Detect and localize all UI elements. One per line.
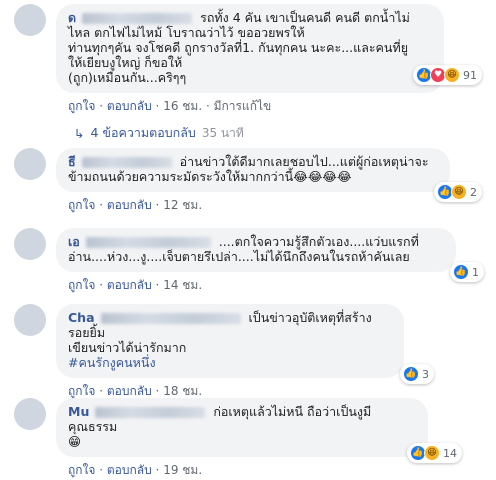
reply-arrow-icon: ↳	[74, 125, 85, 141]
timestamp[interactable]: 19 ชม.	[163, 463, 202, 477]
reply-link[interactable]: ตอบกลับ	[107, 384, 152, 398]
reaction-count: 14	[443, 446, 457, 460]
comment-bubble: ด รถทั้ง 4 คัน เขาเป็นคนดี คนดี ตกน้ำไม่…	[56, 4, 482, 93]
redacted-name	[81, 157, 172, 168]
comment-1: ด รถทั้ง 4 คัน เขาเป็นคนดี คนดี ตกน้ำไม่…	[56, 4, 482, 116]
comment-text: ให้เยียบงูใหญ่ ก็ขอให้	[68, 55, 183, 70]
like-reaction-icon: 👍	[453, 264, 469, 280]
redacted-name	[85, 237, 211, 248]
comment-author[interactable]: Cha	[68, 310, 95, 325]
reaction-summary[interactable]: 👍 😆 2	[434, 182, 482, 202]
reaction-summary[interactable]: 👍 1	[450, 262, 484, 282]
redacted-name	[95, 407, 206, 418]
comment-bubble: Mu ก่อเหตุแล้วไม่หนี ถือว่าเป็นงูมีคุณธร…	[56, 398, 462, 463]
replies-time: 35 นาที	[201, 125, 244, 140]
avatar[interactable]	[14, 228, 46, 260]
comment-text: ข้ามถนนด้วยความระมัดระวังให้มากกว่านี้😂😂…	[68, 169, 352, 184]
replies-count-link[interactable]: 4 ข้อความตอบกลับ	[90, 123, 195, 143]
reaction-count: 2	[470, 185, 477, 199]
comment-4: Cha เป็นข่าวอุบัติเหตุที่สร้างรอยยิ้ม เข…	[56, 304, 434, 401]
like-reaction-icon: 👍	[403, 366, 419, 382]
comment-text: ....ตกใจความรู้สึกตัวเอง....แว่บแรกที่	[218, 234, 419, 249]
haha-reaction-icon: 😆	[444, 67, 460, 83]
reply-link[interactable]: ตอบกลับ	[107, 278, 152, 292]
timestamp[interactable]: 14 ชม.	[163, 278, 202, 292]
view-replies[interactable]: ↳ 4 ข้อความตอบกลับ 35 นาที	[74, 123, 244, 143]
reply-link[interactable]: ตอบกลับ	[107, 99, 152, 113]
reaction-count: 1	[472, 265, 479, 279]
reaction-summary[interactable]: 👍 3	[400, 364, 434, 384]
comment-text: เขียนข่าวได้น่ารักมาก	[68, 340, 187, 355]
reaction-count: 91	[463, 68, 477, 82]
timestamp[interactable]: 18 ชม.	[163, 384, 202, 398]
avatar[interactable]	[14, 148, 46, 180]
comment-author[interactable]: Mu	[68, 404, 89, 419]
haha-reaction-icon: 😆	[424, 445, 440, 461]
comment-text: (ถูก)เหมือนกัน...คริๆๆ	[68, 70, 187, 85]
comment-text: ท่านทุกๆคัน จงโชคดี ถูกรางวัลที่1. กันทุ…	[68, 40, 409, 55]
comment-bubble: ธี อ่านข่าวใต้ดีมากเลยชอบไป...แต่ผู้ก่อเ…	[56, 148, 482, 202]
like-link[interactable]: ถูกใจ	[68, 463, 95, 477]
avatar[interactable]	[14, 304, 46, 336]
comment-author[interactable]: เอ	[68, 234, 80, 249]
comment-5: Mu ก่อเหตุแล้วไม่หนี ถือว่าเป็นงูมีคุณธร…	[56, 398, 462, 480]
avatar[interactable]	[14, 398, 46, 430]
comment-actions: ถูกใจ · ตอบกลับ · 19 ชม.	[68, 463, 203, 477]
hashtag-link[interactable]: #คนรักงูคนหนึ่ง	[68, 355, 156, 370]
comment-actions: ถูกใจ · ตอบกลับ · 14 ชม.	[68, 278, 203, 292]
comment-actions: ถูกใจ · ตอบกลับ · 12 ชม.	[68, 198, 203, 212]
reaction-count: 3	[422, 367, 429, 381]
comment-actions: ถูกใจ · ตอบกลับ · 16 ชม. · มีการแก้ไข	[68, 99, 272, 113]
edited-label[interactable]: มีการแก้ไข	[214, 99, 272, 113]
reply-link[interactable]: ตอบกลับ	[107, 463, 152, 477]
comment-3: เอ ....ตกใจความรู้สึกตัวเอง....แว่บแรกที…	[56, 228, 484, 295]
reply-link[interactable]: ตอบกลับ	[107, 198, 152, 212]
comment-author[interactable]: ธี	[68, 154, 76, 169]
comment-bubble: Cha เป็นข่าวอุบัติเหตุที่สร้างรอยยิ้ม เข…	[56, 304, 434, 384]
comment-text: 😁	[68, 434, 82, 449]
timestamp[interactable]: 12 ชม.	[163, 198, 202, 212]
like-link[interactable]: ถูกใจ	[68, 99, 95, 113]
avatar[interactable]	[14, 4, 46, 36]
reaction-summary[interactable]: 👍 ♥ 😆 91	[413, 65, 482, 85]
redacted-name	[82, 13, 193, 24]
comment-text: อ่านข่าวใต้ดีมากเลยชอบไป...แต่ผู้ก่อเหตุ…	[179, 154, 429, 169]
timestamp[interactable]: 16 ชม.	[163, 99, 202, 113]
haha-reaction-icon: 😆	[451, 184, 467, 200]
redacted-name	[100, 313, 241, 324]
comment-text: อ่าน....ห่วง...งู....เจ็บตายรึเปล่า....ไ…	[68, 249, 410, 264]
comment-bubble: เอ ....ตกใจความรู้สึกตัวเอง....แว่บแรกที…	[56, 228, 484, 282]
like-link[interactable]: ถูกใจ	[68, 198, 95, 212]
comment-2: ธี อ่านข่าวใต้ดีมากเลยชอบไป...แต่ผู้ก่อเ…	[56, 148, 482, 215]
comment-author[interactable]: ด	[68, 10, 76, 25]
like-link[interactable]: ถูกใจ	[68, 278, 95, 292]
like-link[interactable]: ถูกใจ	[68, 384, 95, 398]
reaction-summary[interactable]: 👍 😆 14	[407, 443, 462, 463]
